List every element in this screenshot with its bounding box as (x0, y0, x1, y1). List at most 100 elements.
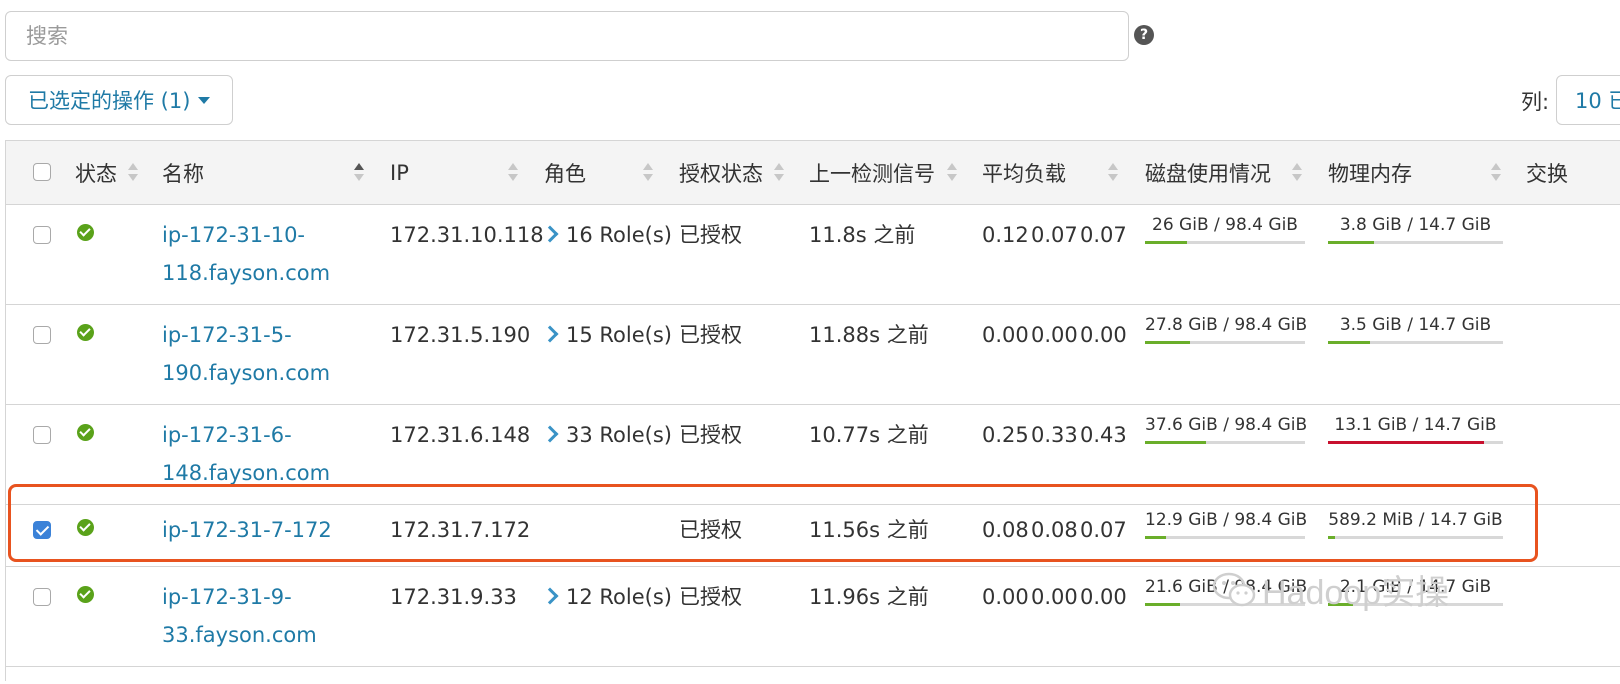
selected-actions-button[interactable]: 已选定的操作 (1) (5, 75, 234, 125)
host-name-link[interactable]: ip-172-31-10- 118.fayson.com (162, 216, 362, 292)
memory-usage-bar (1328, 241, 1503, 244)
help-icon[interactable]: ? (1134, 25, 1154, 45)
sort-icon[interactable] (128, 163, 138, 183)
auth-status: 已授权 (679, 423, 742, 447)
select-all-checkbox[interactable] (33, 163, 51, 181)
column-header-memory[interactable]: 物理内存 (1328, 141, 1412, 204)
last-heartbeat: 11.96s 之前 (809, 585, 929, 609)
memory-usage-text: 13.1 GiB / 14.7 GiB (1334, 415, 1497, 435)
roles-count: 12 Role(s) (566, 585, 672, 609)
load-5min: 0.00 (1031, 585, 1078, 609)
memory-usage-bar (1328, 341, 1503, 344)
column-header-label: 角色 (544, 161, 586, 186)
columns-label: 列: (1521, 90, 1550, 114)
status-ok-icon (77, 324, 94, 341)
last-heartbeat: 11.88s 之前 (809, 323, 929, 347)
table-row[interactable]: ip-172-31-5- 190.fayson.com 172.31.5.190 15… (6, 304, 1620, 405)
row-checkbox[interactable] (33, 426, 51, 444)
auth-status: 已授权 (679, 323, 742, 347)
load-5min: 0.00 (1031, 323, 1078, 347)
memory-usage-fill (1328, 441, 1484, 444)
host-name-line: 33.fayson.com (162, 623, 317, 647)
column-header-auth[interactable]: 授权状态 (679, 141, 763, 204)
disk-usage-bar (1145, 341, 1305, 344)
roles-toggle[interactable]: 12 Role(s) (541, 578, 672, 616)
column-header-swap[interactable]: 交换 (1526, 141, 1568, 204)
chevron-right-icon (541, 587, 559, 605)
disk-usage: 37.6 GiB / 98.4 GiB (1145, 415, 1308, 444)
sort-icon[interactable] (508, 163, 518, 183)
disk-usage-text: 37.6 GiB / 98.4 GiB (1145, 415, 1308, 435)
roles-count: 16 Role(s) (566, 223, 672, 247)
selection-highlight-frame (8, 484, 1538, 562)
host-name-line: ip-172-31-6- (162, 423, 292, 447)
status-ok-icon (77, 424, 94, 441)
roles-toggle[interactable]: 33 Role(s) (541, 416, 672, 454)
sort-icon[interactable] (947, 163, 957, 183)
roles-count: 33 Role(s) (566, 423, 672, 447)
columns-select[interactable]: 10 已 (1556, 75, 1620, 125)
sort-icon[interactable] (1292, 163, 1302, 183)
roles-toggle[interactable]: 15 Role(s) (541, 316, 672, 354)
table-header: 状态 名称 IP 角色 授权状态 上一检测信号 平均负载 磁盘使用情况 物理内存… (6, 141, 1620, 205)
sort-icon[interactable] (1108, 163, 1118, 183)
status-ok-icon (77, 224, 94, 241)
row-checkbox[interactable] (33, 588, 51, 606)
roles-toggle[interactable]: 16 Role(s) (541, 216, 672, 254)
sort-ascending-icon[interactable] (354, 163, 364, 183)
memory-usage-text: 3.5 GiB / 14.7 GiB (1339, 315, 1492, 335)
auth-status: 已授权 (679, 585, 742, 609)
host-name-link[interactable]: ip-172-31-9- 33.fayson.com (162, 578, 362, 654)
column-header-load[interactable]: 平均负载 (982, 141, 1066, 204)
disk-usage: 27.8 GiB / 98.4 GiB (1145, 315, 1308, 344)
load-1min: 0.00 (982, 585, 1029, 609)
host-name-line: 190.fayson.com (162, 361, 331, 385)
column-header-roles[interactable]: 角色 (544, 141, 586, 204)
search-field[interactable] (5, 11, 1129, 61)
host-name-line: ip-172-31-9- (162, 585, 292, 609)
memory-usage-bar (1328, 441, 1503, 444)
table-row[interactable]: ip-172-31-10- 118.fayson.com 172.31.10.118… (6, 204, 1620, 305)
row-checkbox[interactable] (33, 326, 51, 344)
column-header-status[interactable]: 状态 (75, 141, 117, 204)
column-header-disk[interactable]: 磁盘使用情况 (1145, 141, 1271, 204)
column-header-name[interactable]: 名称 (162, 141, 204, 204)
host-name-line: 118.fayson.com (162, 261, 331, 285)
memory-usage-fill (1328, 241, 1374, 244)
column-header-ip[interactable]: IP (390, 141, 409, 204)
row-checkbox[interactable] (33, 226, 51, 244)
column-header-label: 授权状态 (679, 161, 763, 186)
column-header-heartbeat[interactable]: 上一检测信号 (809, 141, 935, 204)
disk-usage-fill (1145, 241, 1187, 244)
sort-icon[interactable] (1491, 163, 1501, 183)
disk-usage-fill (1145, 441, 1206, 444)
host-name-link[interactable]: ip-172-31-5- 190.fayson.com (162, 316, 362, 392)
caret-down-icon (198, 96, 211, 104)
load-1min: 0.00 (982, 323, 1029, 347)
last-heartbeat: 10.77s 之前 (809, 423, 929, 447)
last-heartbeat: 11.8s 之前 (809, 223, 916, 247)
status-ok-icon (77, 586, 94, 603)
watermark: Hadoop实操 (1212, 565, 1449, 614)
load-1min: 0.12 (982, 223, 1029, 247)
load-15min: 0.00 (1080, 585, 1127, 609)
sort-icon[interactable] (643, 163, 653, 183)
memory-usage: 13.1 GiB / 14.7 GiB (1328, 415, 1503, 444)
disk-usage-text: 27.8 GiB / 98.4 GiB (1145, 315, 1308, 335)
column-header-label: 交换 (1526, 161, 1568, 186)
search-input[interactable] (24, 23, 1110, 49)
memory-usage-fill (1328, 341, 1370, 344)
host-name-line: ip-172-31-10- (162, 223, 306, 247)
load-5min: 0.07 (1031, 223, 1078, 247)
column-header-label: 物理内存 (1328, 161, 1412, 186)
disk-usage-fill (1145, 603, 1180, 606)
host-ip: 172.31.5.190 (390, 323, 531, 347)
load-15min: 0.07 (1080, 223, 1127, 247)
sort-icon[interactable] (774, 163, 784, 183)
load-5min: 0.33 (1031, 423, 1078, 447)
selected-actions-label: 已选定的操作 (1) (28, 89, 191, 113)
host-ip: 172.31.9.33 (390, 585, 517, 609)
load-1min: 0.25 (982, 423, 1029, 447)
host-name-link[interactable]: ip-172-31-6- 148.fayson.com (162, 416, 362, 492)
disk-usage-bar (1145, 241, 1305, 244)
